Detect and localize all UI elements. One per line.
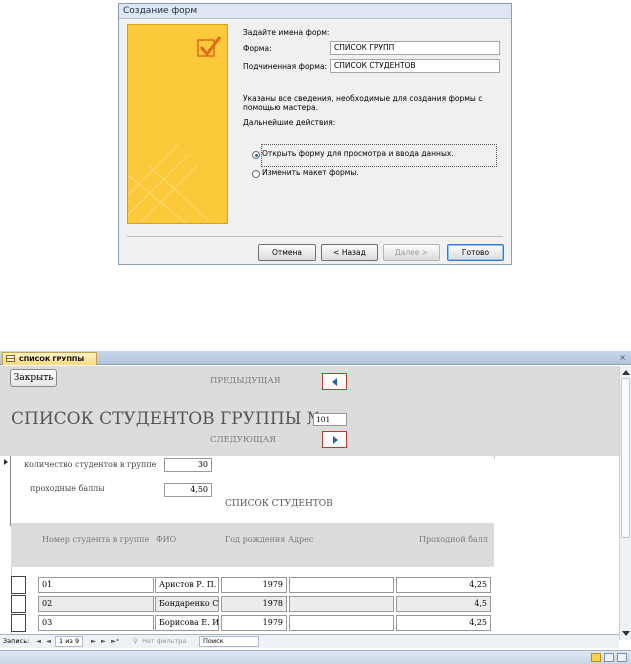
record-navigation-bar: Запись: ◄ ◄ 1 из 9 ► ► ►* ⚲ Нет фильтра … [0,634,619,648]
column-header-birth-year: Год рождения [225,535,286,544]
subform-title: СПИСОК СТУДЕНТОВ [225,499,333,509]
form-header-section: Закрыть ПРЕДЫДУЩАЯ СПИСОК СТУДЕНТОВ ГРУП… [0,366,619,456]
close-icon[interactable]: × [619,352,626,364]
form-name-label: Форма: [243,44,272,53]
arrow-right-icon [333,436,338,444]
column-header-address: Адрес [288,535,314,544]
document-tab-bar: СПИСОК ГРУППЫ × [0,351,631,365]
cancel-button[interactable]: Отмена [258,244,316,261]
column-header-number: Номер студента в группе [42,535,150,544]
scroll-up-icon[interactable] [622,370,630,375]
search-input[interactable]: Поиск [199,636,259,647]
info-text-line1: Указаны все сведения, необходимые для со… [243,94,483,103]
open-form-option-label[interactable]: Открыть форму для просмотра и ввода данн… [262,149,454,158]
info-text-line2: помощью мастера. [243,103,319,112]
pass-score-label: проходные баллы [30,484,105,493]
subform-header: Номер студента в группе ФИО Год рождения… [11,523,494,567]
cell-birth-year[interactable]: 1979 [221,577,287,593]
open-form-radio[interactable] [252,151,260,159]
tab-spisok-gruppy[interactable]: СПИСОК ГРУППЫ [2,352,98,365]
subform-name-input[interactable]: СПИСОК СТУДЕНТОВ [330,59,500,73]
record-position-input[interactable]: 1 из 9 [55,636,84,647]
close-button[interactable]: Закрыть [10,369,57,387]
column-header-fio: ФИО [156,535,177,544]
student-count-label: количество студентов в группе [24,460,157,469]
design-view-icon[interactable] [617,653,627,662]
filter-status[interactable]: Нет фильтра [142,635,186,647]
cell-score[interactable]: 4,25 [396,577,491,593]
form-view-icon[interactable] [591,653,601,662]
modify-layout-option-label[interactable]: Изменить макет формы. [262,168,359,177]
cell-birth-year[interactable]: 1979 [221,615,287,631]
row-selector[interactable] [11,614,26,632]
cell-number[interactable]: 03 [38,615,154,631]
row-selector[interactable] [11,595,26,613]
cell-fio[interactable]: Борисова Е. И [155,615,219,631]
cell-address[interactable] [289,577,394,593]
cell-address[interactable] [289,596,394,612]
cell-birth-year[interactable]: 1978 [221,596,287,612]
pass-score-field[interactable]: 4,50 [164,483,212,497]
status-bar [0,650,631,664]
cell-address[interactable] [289,615,394,631]
form-icon [6,355,15,362]
record-label: Запись: [3,637,30,645]
next-record-button[interactable] [322,431,347,448]
cell-number[interactable]: 01 [38,577,154,593]
prompt-label: Задайте имена форм: [243,28,330,37]
dialog-title: Создание форм [119,4,511,19]
last-record-icon[interactable]: ► [101,635,106,647]
group-number-field[interactable]: 101 [313,413,347,426]
student-count-field[interactable]: 30 [164,458,212,472]
cell-fio[interactable]: Бондаренко С. [155,596,219,612]
first-record-icon[interactable]: ◄ [36,635,41,647]
funnel-icon: ⚲ [133,637,138,645]
row-selector[interactable] [11,576,26,594]
next-actions-label: Дальнейшие действия: [243,118,336,127]
wizard-illustration [127,24,228,224]
datasheet-view-icon[interactable] [604,653,614,662]
record-selector[interactable] [0,456,11,526]
form-detail-section: количество студентов в группе 30 проходн… [0,456,619,634]
cell-fio[interactable]: Аристов Р. П. [155,577,219,593]
scroll-thumb[interactable] [621,378,630,538]
form-wizard-dialog: Создание форм Задайте имена форм: Форма:… [118,3,512,265]
finish-button[interactable]: Готово [447,244,504,261]
previous-record-icon[interactable]: ◄ [46,635,51,647]
scroll-down-icon[interactable] [622,631,630,636]
page-title: СПИСОК СТУДЕНТОВ ГРУППЫ № [11,409,323,429]
subform-name-label: Подчиненная форма: [243,62,328,71]
vertical-scrollbar[interactable] [619,366,631,640]
column-header-score: Проходной балл [419,535,488,544]
tab-label: СПИСОК ГРУППЫ [19,355,85,363]
cell-score[interactable]: 4,5 [396,596,491,612]
cell-score[interactable]: 4,25 [396,615,491,631]
previous-label: ПРЕДЫДУЩАЯ [210,376,281,386]
current-record-icon [4,459,8,465]
form-name-input[interactable]: СПИСОК ГРУПП [330,41,500,55]
next-button[interactable]: Далее > [383,244,440,261]
next-record-icon[interactable]: ► [91,635,96,647]
detail-right-edge [494,456,495,459]
arrow-left-icon [332,378,337,386]
form-window: СПИСОК ГРУППЫ × Закрыть ПРЕДЫДУЩАЯ СПИСО… [0,351,631,664]
new-record-icon[interactable]: ►* [111,635,119,647]
modify-layout-radio[interactable] [252,170,260,178]
previous-record-button[interactable] [322,373,347,390]
next-label: СЛЕДУЮЩАЯ [210,435,276,445]
cell-number[interactable]: 02 [38,596,154,612]
dialog-separator [127,236,503,237]
back-button[interactable]: < Назад [321,244,378,261]
